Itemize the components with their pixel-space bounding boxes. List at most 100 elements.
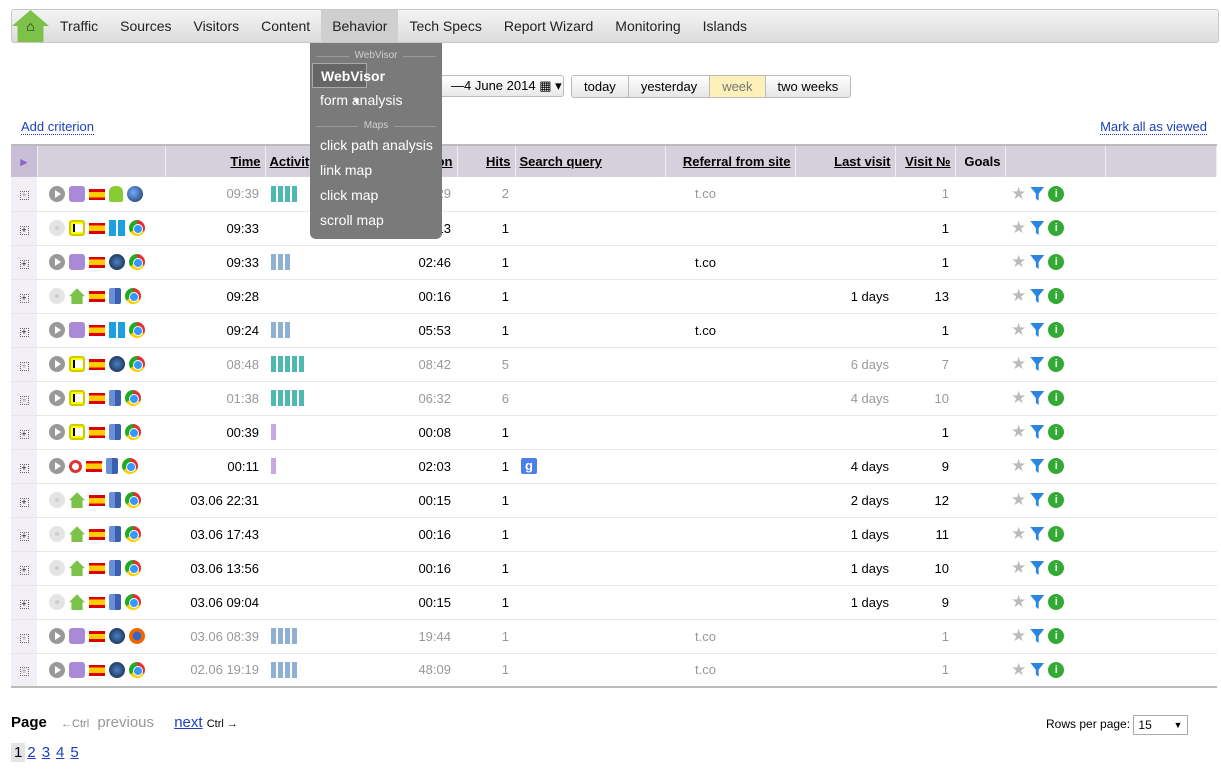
star-icon[interactable]: ★ (1011, 354, 1026, 373)
page-5[interactable]: 5 (70, 744, 78, 761)
table-row[interactable]: + 09:33 02:46 1 t.co 1 ★ i (11, 245, 1217, 280)
period-two-weeks[interactable]: two weeks (765, 76, 851, 97)
filter-icon[interactable] (1030, 357, 1045, 371)
table-row[interactable]: + 08:48 08:42 5 6 days 7 ★ i (11, 347, 1217, 382)
menu-webvisor[interactable]: WebVisor (312, 63, 385, 114)
expand-row[interactable]: + (11, 381, 37, 416)
expand-row[interactable]: + (11, 653, 37, 688)
table-row[interactable]: + 03.06 09:04 00:15 1 1 days 9 ★ i (11, 585, 1217, 620)
star-icon[interactable]: ★ (1011, 320, 1026, 339)
expand-row[interactable]: + (11, 551, 37, 586)
play-icon[interactable] (49, 662, 65, 679)
table-row[interactable]: + 00:11 02:03 1 g 4 days 9 ★ i (11, 449, 1217, 484)
info-icon[interactable]: i (1048, 220, 1065, 236)
star-icon[interactable]: ★ (1011, 218, 1026, 237)
star-icon[interactable]: ★ (1011, 626, 1026, 645)
expand-row[interactable]: + (11, 449, 37, 484)
filter-icon[interactable] (1030, 221, 1045, 235)
period-week[interactable]: week (710, 76, 766, 97)
expand-row[interactable]: + (11, 619, 37, 654)
nav-content[interactable]: Content (250, 10, 321, 42)
nav-behavior[interactable]: Behavior (321, 10, 399, 42)
expand-row[interactable]: + (11, 245, 37, 280)
add-criterion-link[interactable]: Add criterion (21, 119, 94, 135)
expand-row[interactable]: + (11, 313, 37, 348)
expand-row[interactable]: + (11, 483, 37, 518)
info-icon[interactable]: i (1048, 288, 1065, 304)
filter-icon[interactable] (1030, 391, 1045, 405)
next-link[interactable]: next (174, 714, 202, 731)
star-icon[interactable]: ★ (1011, 558, 1026, 577)
play-icon[interactable] (49, 322, 65, 339)
menu-click-map[interactable]: click map (310, 183, 442, 208)
table-row[interactable]: + 09:39 29 2 t.co 1 ★ i (11, 177, 1217, 212)
expand-row[interactable]: + (11, 517, 37, 552)
col-time[interactable]: Time (165, 145, 266, 177)
filter-icon[interactable] (1030, 323, 1045, 337)
play-icon[interactable] (49, 186, 65, 203)
filter-icon[interactable] (1030, 629, 1045, 643)
play-icon[interactable] (49, 628, 65, 645)
play-icon[interactable] (49, 356, 65, 373)
page-3[interactable]: 3 (42, 744, 50, 761)
star-icon[interactable]: ★ (1011, 388, 1026, 407)
info-icon[interactable]: i (1048, 356, 1065, 372)
table-row[interactable]: + 01:38 06:32 6 4 days 10 ★ i (11, 381, 1217, 416)
expand-row[interactable]: + (11, 585, 37, 620)
filter-icon[interactable] (1030, 186, 1045, 201)
col-referral[interactable]: Referral from site (665, 145, 796, 177)
nav-sources[interactable]: Sources (109, 10, 182, 42)
expand-all-toggle[interactable]: ▸ (11, 145, 38, 177)
table-row[interactable]: + 00:39 00:08 1 1 ★ i (11, 415, 1217, 450)
info-icon[interactable]: i (1048, 390, 1065, 406)
table-row[interactable]: + 03.06 22:31 00:15 1 2 days 12 ★ i (11, 483, 1217, 518)
table-row[interactable]: + 09:33 13 1 1 ★ i (11, 211, 1217, 246)
nav-tech-specs[interactable]: Tech Specs (398, 10, 492, 42)
menu-link-map[interactable]: link map (310, 158, 442, 183)
filter-icon[interactable] (1030, 289, 1045, 303)
filter-icon[interactable] (1030, 662, 1045, 677)
table-row[interactable]: + 09:24 05:53 1 t.co 1 ★ i (11, 313, 1217, 348)
info-icon[interactable]: i (1048, 492, 1065, 508)
table-row[interactable]: + 03.06 17:43 00:16 1 1 days 11 ★ i (11, 517, 1217, 552)
nav-report-wizard[interactable]: Report Wizard (493, 10, 604, 42)
menu-form-analysis[interactable]: form analysis (310, 88, 442, 113)
period-today[interactable]: today (572, 76, 629, 97)
info-icon[interactable]: i (1048, 526, 1065, 542)
filter-icon[interactable] (1030, 255, 1045, 269)
expand-row[interactable]: + (11, 211, 37, 246)
play-icon[interactable] (49, 458, 65, 475)
play-icon[interactable] (49, 390, 65, 407)
period-yesterday[interactable]: yesterday (628, 76, 711, 97)
star-icon[interactable]: ★ (1011, 456, 1026, 475)
expand-row[interactable]: + (11, 347, 37, 382)
table-row[interactable]: + 03.06 13:56 00:16 1 1 days 10 ★ i (11, 551, 1217, 586)
star-icon[interactable]: ★ (1011, 252, 1026, 271)
col-hits[interactable]: Hits (457, 145, 516, 177)
info-icon[interactable]: i (1048, 424, 1065, 440)
info-icon[interactable]: i (1048, 322, 1065, 338)
table-row[interactable]: + 09:28 00:16 1 1 days 13 ★ i (11, 279, 1217, 314)
filter-icon[interactable] (1030, 561, 1045, 575)
info-icon[interactable]: i (1048, 661, 1065, 678)
table-row[interactable]: + 03.06 08:39 19:44 1 t.co 1 ★ i (11, 619, 1217, 654)
filter-icon[interactable] (1030, 459, 1045, 473)
star-icon[interactable]: ★ (1011, 490, 1026, 509)
nav-monitoring[interactable]: Monitoring (604, 10, 691, 42)
expand-row[interactable]: + (11, 279, 37, 314)
menu-scroll-map[interactable]: scroll map (310, 208, 442, 233)
info-icon[interactable]: i (1048, 458, 1065, 474)
filter-icon[interactable] (1030, 493, 1045, 507)
info-icon[interactable]: i (1048, 628, 1065, 644)
filter-icon[interactable] (1030, 595, 1045, 609)
page-2[interactable]: 2 (27, 744, 35, 761)
info-icon[interactable]: i (1048, 185, 1065, 202)
nav-islands[interactable]: Islands (692, 10, 758, 42)
menu-click-path[interactable]: click path analysis (310, 133, 442, 158)
star-icon[interactable]: ★ (1011, 184, 1026, 203)
rows-per-page-select[interactable]: 15 (1133, 715, 1189, 735)
page-4[interactable]: 4 (56, 744, 64, 761)
star-icon[interactable]: ★ (1011, 286, 1026, 305)
info-icon[interactable]: i (1048, 254, 1065, 270)
nav-traffic[interactable]: Traffic (49, 10, 109, 42)
